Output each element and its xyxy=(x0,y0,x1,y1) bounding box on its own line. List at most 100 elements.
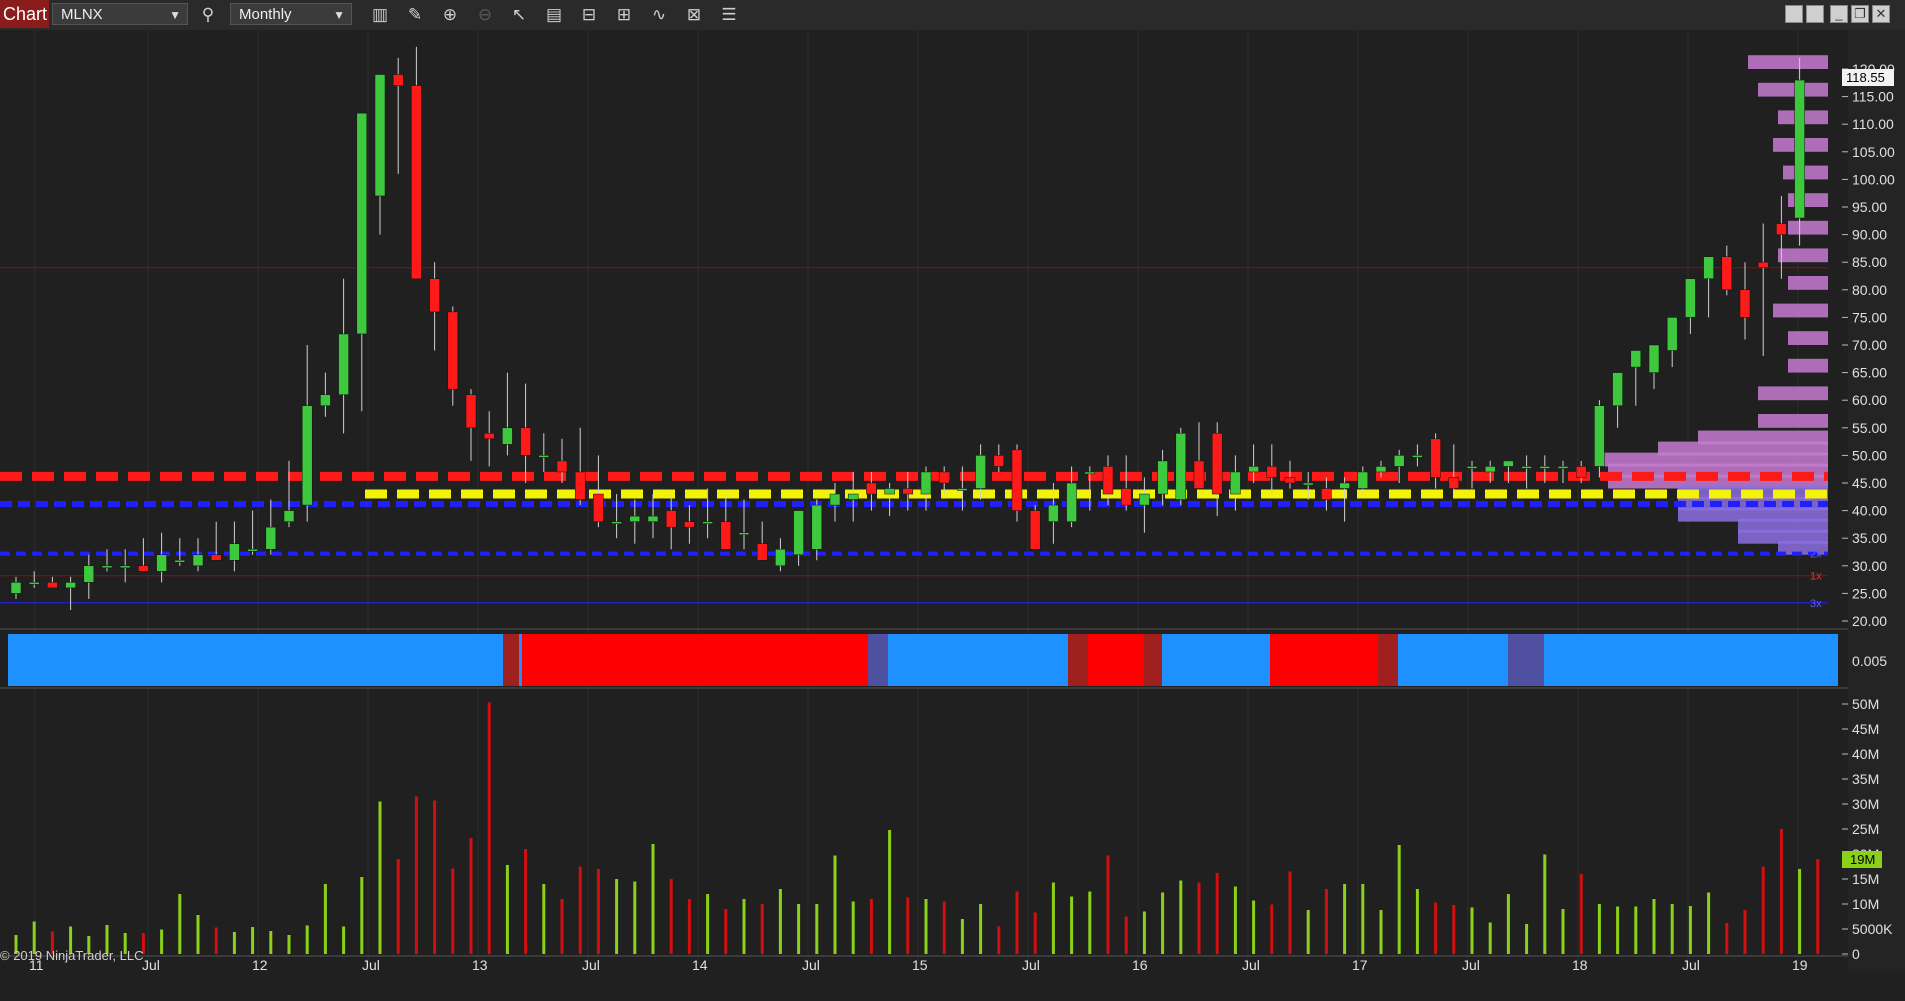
candle-body xyxy=(866,482,877,495)
candle-body xyxy=(1575,466,1587,478)
strategies-icon[interactable]: ⊞ xyxy=(613,4,635,26)
candle-body xyxy=(829,493,841,506)
candle-body xyxy=(283,510,295,522)
instrument-icon[interactable]: ⊠ xyxy=(683,4,705,26)
candle-body xyxy=(1120,488,1132,506)
candle-body xyxy=(65,582,76,589)
price-tick-label: 45.00 xyxy=(1852,475,1887,491)
minimize-icon[interactable]: _ xyxy=(1830,5,1848,23)
instrument-selector[interactable]: MLNX ▼ xyxy=(52,3,188,25)
candle-body xyxy=(993,455,1005,467)
candle-body xyxy=(538,455,550,458)
candle-body xyxy=(738,532,750,535)
restore-icon[interactable] xyxy=(1785,5,1803,23)
indicator-segment xyxy=(1378,634,1398,686)
candle-body xyxy=(1594,405,1605,467)
candle-body xyxy=(756,543,768,561)
candle-body xyxy=(447,311,459,390)
candle-body xyxy=(429,278,440,313)
price-tick-label: 55.00 xyxy=(1852,420,1887,436)
candle-body xyxy=(229,543,240,561)
indicator-value: 0.005 xyxy=(1852,653,1887,669)
close-icon[interactable]: ✕ xyxy=(1872,5,1890,23)
candle-body xyxy=(374,74,386,197)
zoom-out-icon[interactable]: ⊖ xyxy=(474,4,496,26)
price-tick-label: 95.00 xyxy=(1852,199,1887,215)
candle-body xyxy=(593,493,604,522)
candle-body xyxy=(811,504,823,550)
volume-profile-bar xyxy=(1788,276,1828,290)
zoom-in-icon[interactable]: ⊕ xyxy=(439,4,461,26)
candle-body xyxy=(1266,466,1278,478)
candle-body xyxy=(101,565,113,569)
chart-tab[interactable]: Chart xyxy=(0,0,49,28)
candle-body xyxy=(1284,477,1296,484)
price-tick-label: 50.00 xyxy=(1852,447,1887,463)
indicator-segment xyxy=(868,634,888,686)
candle-body xyxy=(1139,493,1150,506)
candle-body xyxy=(884,488,895,495)
price-tick-label: 80.00 xyxy=(1852,282,1887,298)
candle-body xyxy=(1029,510,1041,550)
price-tick-label: 100.00 xyxy=(1852,171,1895,187)
level-tag: 3x xyxy=(1810,598,1822,610)
pencil-icon[interactable]: ✎ xyxy=(404,4,426,26)
indicator-segment xyxy=(1088,634,1144,686)
candle-body xyxy=(1393,455,1405,467)
candle-body xyxy=(938,471,950,484)
candle-body xyxy=(156,554,167,572)
price-panel: 2x 1x 3x xyxy=(0,30,1905,965)
candle-body xyxy=(1685,278,1696,318)
volume-tick-label: 45M xyxy=(1852,721,1879,737)
candle-body xyxy=(1084,471,1096,475)
interval-label: Monthly xyxy=(239,6,292,23)
candle-body xyxy=(1066,482,1077,522)
candle-body xyxy=(1193,460,1205,489)
interval-selector[interactable]: Monthly ▼ xyxy=(230,3,352,25)
candle-body xyxy=(83,565,95,583)
price-tick-label: 70.00 xyxy=(1852,337,1887,353)
indicators-icon[interactable]: ∿ xyxy=(648,4,670,26)
data-box-icon[interactable]: ▤ xyxy=(543,4,565,26)
window-icon[interactable]: ❐ xyxy=(1851,5,1869,23)
candle-body xyxy=(1048,504,1059,522)
candle-body xyxy=(138,565,149,572)
candle-body xyxy=(847,493,859,500)
candle-body xyxy=(247,548,258,552)
candle-body xyxy=(1466,466,1478,469)
bar-type-icon[interactable]: ▥ xyxy=(369,4,391,26)
indicator-panel xyxy=(8,634,1838,686)
volume-tick-label: 35M xyxy=(1852,771,1879,787)
price-tick-label: 25.00 xyxy=(1852,585,1887,601)
volume-profile-bar xyxy=(1788,358,1828,373)
price-tick-label: 110.00 xyxy=(1852,116,1894,132)
candle-body xyxy=(1175,433,1187,500)
candle-body xyxy=(28,582,40,585)
properties-icon[interactable]: ⊟ xyxy=(578,4,600,26)
price-tick-label: 40.00 xyxy=(1852,503,1887,519)
candle-body xyxy=(465,394,477,429)
candle-body xyxy=(356,112,368,335)
volume-profile-bar xyxy=(1778,248,1828,263)
x-tick-label: Jul xyxy=(1682,957,1700,973)
search-icon[interactable]: ⚲ xyxy=(197,4,219,26)
candle-body xyxy=(502,427,513,445)
candle-body xyxy=(10,582,22,594)
x-tick-label: Jul xyxy=(1242,957,1260,973)
candle-body xyxy=(1776,223,1787,235)
price-tick-label: 75.00 xyxy=(1852,309,1887,325)
x-tick-label: Jul xyxy=(142,957,160,973)
candle-body xyxy=(1157,460,1168,495)
candle-body xyxy=(1721,256,1733,291)
volume-tick-label: 5000K xyxy=(1852,921,1893,937)
candle-body xyxy=(1339,482,1350,489)
volume-tick-label: 15M xyxy=(1852,871,1879,887)
level-tag: 1x xyxy=(1810,571,1822,583)
cursor-icon[interactable]: ↖ xyxy=(508,4,530,26)
menu-icon[interactable]: ☰ xyxy=(718,4,740,26)
maximize-icon[interactable] xyxy=(1806,5,1824,23)
candle-body xyxy=(392,74,404,86)
indicator-segment xyxy=(522,634,868,686)
candle-body xyxy=(702,521,713,524)
chart-canvas[interactable]: 2x1x3x 120.00115.00110.00105.00100.0095.… xyxy=(0,30,1905,1001)
